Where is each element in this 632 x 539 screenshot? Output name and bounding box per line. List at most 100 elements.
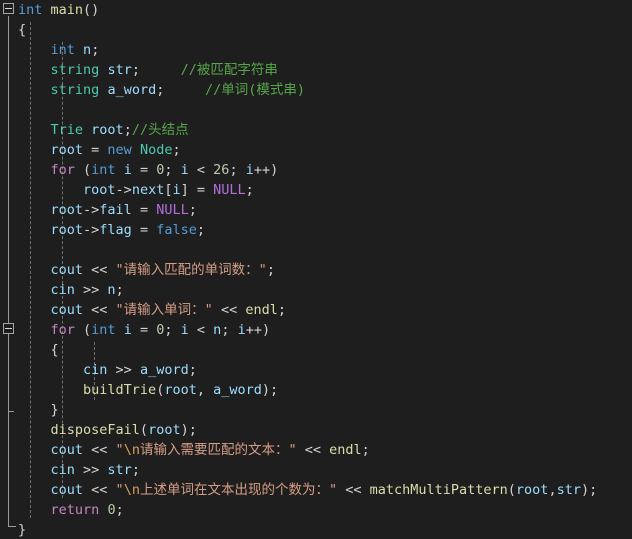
- code-token: {: [50, 342, 59, 358]
- code-token: ;: [277, 302, 286, 318]
- code-token: NULL: [156, 202, 189, 218]
- code-line[interactable]: int main(): [18, 0, 632, 20]
- code-token: ;: [131, 462, 140, 478]
- code-lines[interactable]: int main(){ int n; string str; //被匹配字符串 …: [18, 0, 632, 539]
- code-token: ;: [245, 182, 254, 198]
- code-line[interactable]: cin >> a_word;: [18, 360, 632, 380]
- code-token: cout: [50, 442, 84, 458]
- code-line[interactable]: Trie root;//头结点: [18, 120, 632, 140]
- code-line[interactable]: cin >> str;: [18, 460, 632, 480]
- code-token: a_word: [213, 382, 262, 398]
- code-token: i: [172, 182, 181, 198]
- code-token: root: [50, 202, 84, 218]
- code-token: cin: [50, 282, 75, 298]
- code-line[interactable]: buildTrie(root, a_word);: [18, 380, 632, 400]
- code-token: ;: [164, 322, 181, 338]
- scope-bar: [8, 16, 9, 526]
- code-token: ++): [245, 322, 271, 338]
- code-token: =: [131, 202, 157, 218]
- code-token: ;: [221, 322, 238, 338]
- code-token: for: [50, 322, 75, 338]
- code-line[interactable]: cin >> n;: [18, 280, 632, 300]
- code-line[interactable]: for (int i = 0; i < n; i++): [18, 320, 632, 340]
- code-line[interactable]: cout << "请输入匹配的单词数：";: [18, 260, 632, 280]
- code-token: <<: [83, 482, 116, 498]
- code-token: ;: [229, 162, 246, 178]
- code-token: int: [18, 2, 43, 18]
- code-token: buildTrie: [83, 382, 157, 398]
- code-line[interactable]: root = new Node;: [18, 140, 632, 160]
- code-token: }: [18, 522, 27, 538]
- code-token: =: [131, 222, 157, 238]
- code-token: ;: [266, 262, 275, 278]
- code-line-text: int n;: [18, 40, 100, 60]
- code-surface[interactable]: int main(){ int n; string str; //被匹配字符串 …: [18, 0, 632, 539]
- code-line[interactable]: cout << "\n请输入需要匹配的文本：" << endl;: [18, 440, 632, 460]
- code-token: a_word: [139, 362, 189, 378]
- code-token: flag: [99, 222, 132, 238]
- code-token: fail: [99, 202, 132, 218]
- code-token: ;: [115, 502, 124, 518]
- code-line[interactable]: return 0;: [18, 500, 632, 520]
- code-line[interactable]: string str; //被匹配字符串: [18, 60, 632, 80]
- code-token: new: [107, 142, 132, 158]
- code-token: cout: [50, 302, 84, 318]
- code-line[interactable]: cout << "\n上述单词在文本出现的个数为：" << matchMulti…: [18, 480, 632, 500]
- code-line[interactable]: cout << "请输入单词：" << endl;: [18, 300, 632, 320]
- code-token: ;: [188, 362, 197, 378]
- code-token: str: [556, 482, 581, 498]
- code-line-text: cout << "\n请输入需要匹配的文本：" << endl;: [18, 440, 370, 460]
- code-token: endl: [245, 302, 278, 318]
- code-line[interactable]: [18, 240, 632, 260]
- fold-gutter[interactable]: [0, 0, 18, 539]
- code-line-text: cin >> a_word;: [18, 360, 197, 380]
- code-line-text: cout << "请输入单词：" << endl;: [18, 300, 286, 320]
- code-token: //被匹配字符串: [180, 62, 278, 78]
- code-line-text: cout << "\n上述单词在文本出现的个数为：" << matchMulti…: [18, 480, 598, 500]
- code-token: >>: [107, 362, 140, 378]
- code-token: =: [83, 142, 108, 158]
- code-token: \n: [123, 442, 140, 458]
- code-line[interactable]: for (int i = 0; i < 26; i++): [18, 160, 632, 180]
- code-line[interactable]: }: [18, 520, 632, 539]
- code-line[interactable]: disposeFail(root);: [18, 420, 632, 440]
- code-token: str: [107, 462, 132, 478]
- code-token: main: [50, 2, 84, 18]
- code-line[interactable]: root->flag = false;: [18, 220, 632, 240]
- code-token: for: [50, 162, 75, 178]
- fold-for-loop-icon[interactable]: [3, 323, 14, 334]
- code-token: string: [50, 82, 100, 98]
- code-line[interactable]: string a_word; //单词(模式串): [18, 80, 632, 100]
- code-line[interactable]: }: [18, 400, 632, 420]
- code-token: n: [107, 282, 116, 298]
- code-line[interactable]: [18, 100, 632, 120]
- code-token: "请输入单词：": [115, 302, 213, 318]
- code-line[interactable]: root->next[i] = NULL;: [18, 180, 632, 200]
- code-token: root: [50, 142, 84, 158]
- code-editor[interactable]: int main(){ int n; string str; //被匹配字符串 …: [0, 0, 632, 539]
- code-line[interactable]: {: [18, 20, 632, 40]
- code-line[interactable]: root->fail = NULL;: [18, 200, 632, 220]
- code-token: 请输入需要匹配的文本：": [139, 442, 297, 458]
- code-line[interactable]: int n;: [18, 40, 632, 60]
- fold-main-function-icon[interactable]: [3, 3, 14, 14]
- code-line[interactable]: {: [18, 340, 632, 360]
- code-token: >>: [74, 462, 108, 478]
- code-token: return: [50, 502, 100, 518]
- code-token: ;: [91, 42, 100, 58]
- code-token: ": [115, 442, 124, 458]
- code-token: ]: [180, 182, 189, 198]
- scope-bar-foot: [8, 526, 16, 527]
- code-token: ->: [83, 222, 100, 238]
- code-token: false: [156, 222, 197, 238]
- code-line-text: string str; //被匹配字符串: [18, 60, 278, 80]
